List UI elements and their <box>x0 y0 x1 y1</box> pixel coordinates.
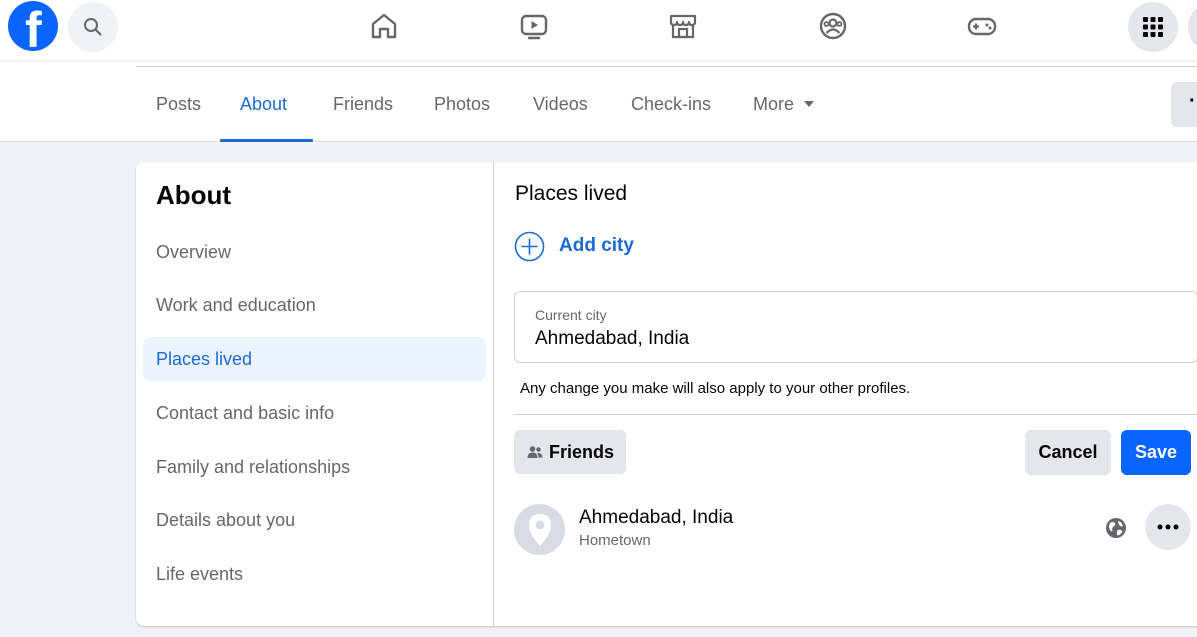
active-tab-indicator <box>220 139 313 142</box>
tab-check-ins[interactable]: Check-ins <box>611 84 731 124</box>
sidebar-item-overview[interactable]: Overview <box>143 230 486 274</box>
tab-label: Posts <box>156 93 202 114</box>
nav-home-button[interactable] <box>367 9 401 43</box>
sidebar-item-details-about-you[interactable]: Details about you <box>143 498 486 542</box>
sidebar-item-work-and-education[interactable]: Work and education <box>143 283 486 327</box>
tab-label: Videos <box>533 93 588 114</box>
sidebar-item-label: Places lived <box>156 348 253 369</box>
gaming-icon <box>967 17 997 36</box>
sidebar-item-contact-and-basic-info[interactable]: Contact and basic info <box>143 391 486 435</box>
hometown-type: Hometown <box>579 532 651 549</box>
more-horizontal-icon <box>1157 524 1179 530</box>
sidebar-item-life-events[interactable]: Life events <box>143 552 486 596</box>
watch-icon <box>520 14 548 40</box>
marketplace-icon <box>669 14 697 39</box>
top-navigation-bar: f <box>0 0 1197 60</box>
sidebar-item-places-lived[interactable]: Places lived <box>143 337 486 381</box>
profile-options-button[interactable]: ··· <box>1171 82 1197 127</box>
current-city-input[interactable] <box>535 326 1175 352</box>
current-city-label: Current city <box>535 307 607 323</box>
friends-icon <box>527 446 543 458</box>
profile-tabs: Posts About Friends Photos Videos Check-… <box>0 62 1197 142</box>
tabs-divider <box>136 66 1197 67</box>
account-button[interactable] <box>1188 2 1197 52</box>
facebook-logo-letter: f <box>25 2 42 51</box>
hometown-name: Ahmedabad, India <box>579 507 734 528</box>
nav-groups-button[interactable] <box>816 9 850 43</box>
plus-circle-icon <box>514 231 545 261</box>
facebook-logo[interactable]: f <box>8 1 58 51</box>
sidebar-item-label: Family and relationships <box>156 456 351 477</box>
tab-videos[interactable]: Videos <box>513 84 608 124</box>
current-city-field[interactable]: Current city <box>514 291 1197 363</box>
add-city-label: Add city <box>559 235 634 256</box>
add-city-button[interactable]: Add city <box>514 230 634 262</box>
home-icon <box>371 13 397 39</box>
menu-button[interactable] <box>1128 2 1178 52</box>
tab-about[interactable]: About <box>220 84 307 124</box>
sidebar-item-label: Details about you <box>156 509 296 530</box>
tab-posts[interactable]: Posts <box>136 84 221 124</box>
sidebar-item-label: Overview <box>156 241 232 262</box>
tab-label: More <box>753 93 795 114</box>
hometown-options-button[interactable] <box>1145 504 1191 550</box>
tab-more[interactable]: More <box>733 84 834 124</box>
section-title: Places lived <box>515 182 628 205</box>
tab-label: Friends <box>333 93 394 114</box>
tab-friends[interactable]: Friends <box>313 84 413 124</box>
nav-gaming-button[interactable] <box>965 9 999 43</box>
sidebar-item-family-and-relationships[interactable]: Family and relationships <box>143 445 486 489</box>
sidebar-item-label: Work and education <box>156 294 316 315</box>
form-divider <box>514 414 1197 415</box>
caret-down-icon <box>804 101 815 107</box>
tab-label: Photos <box>434 93 491 114</box>
cancel-button[interactable]: Cancel <box>1025 430 1111 475</box>
search-button[interactable] <box>68 2 118 52</box>
tab-label: Check-ins <box>631 93 712 114</box>
tab-label: About <box>240 93 288 114</box>
about-card: About Overview Work and education Places… <box>136 162 1197 626</box>
card-divider <box>493 162 494 626</box>
apps-grid-icon <box>1143 17 1163 37</box>
audience-label: Friends <box>549 441 615 462</box>
save-button[interactable]: Save <box>1121 430 1191 475</box>
nav-watch-button[interactable] <box>517 9 551 43</box>
globe-icon[interactable] <box>1105 517 1127 539</box>
sidebar-item-label: Contact and basic info <box>156 402 335 423</box>
helper-text: Any change you make will also apply to y… <box>520 380 911 397</box>
sidebar-item-label: Life events <box>156 563 244 584</box>
search-icon <box>84 18 102 36</box>
nav-marketplace-button[interactable] <box>666 9 700 43</box>
audience-selector-button[interactable]: Friends <box>514 430 626 474</box>
about-heading: About <box>156 180 232 210</box>
groups-icon <box>819 12 847 40</box>
more-options-icon: ··· <box>1189 90 1197 112</box>
tab-photos[interactable]: Photos <box>414 84 510 124</box>
location-pin-icon <box>528 513 551 546</box>
location-pin-avatar <box>514 504 565 555</box>
